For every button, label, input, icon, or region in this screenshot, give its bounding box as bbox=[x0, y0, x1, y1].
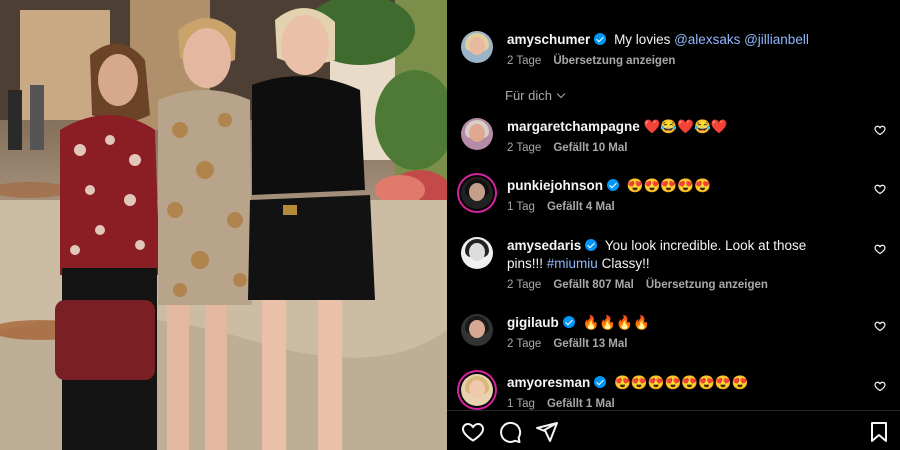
verified-icon bbox=[607, 179, 619, 191]
likes-count[interactable]: Gefällt 13 Mal bbox=[553, 338, 627, 350]
like-heart-icon[interactable] bbox=[874, 380, 886, 392]
likes-count[interactable]: Gefällt 1 Mal bbox=[547, 398, 615, 410]
photo-illustration bbox=[0, 0, 447, 450]
comment-time: 2 Tage bbox=[507, 142, 542, 154]
hashtag-link[interactable]: #miumiu bbox=[547, 256, 598, 271]
share-icon[interactable] bbox=[535, 420, 559, 444]
filter-label: Für dich bbox=[505, 88, 552, 103]
verified-icon bbox=[594, 33, 607, 45]
comment-username[interactable]: margaretchampagne bbox=[507, 119, 640, 134]
action-bar bbox=[447, 410, 900, 450]
comment-time: 1 Tag bbox=[507, 398, 535, 410]
like-heart-icon[interactable] bbox=[874, 124, 886, 136]
comment-username[interactable]: punkiejohnson bbox=[507, 178, 603, 193]
likes-count[interactable]: Gefällt 10 Mal bbox=[553, 142, 627, 154]
post-photo bbox=[0, 0, 447, 450]
translate-link[interactable]: Übersetzung anzeigen bbox=[646, 279, 768, 291]
comment-item: amysedaris You look incredible. Look at … bbox=[461, 237, 886, 291]
comments-panel: amyschumer My lovies @alexsaks @jillianb… bbox=[447, 0, 900, 450]
caption-text: My lovies bbox=[614, 32, 671, 47]
comment-item: gigilaub 🔥🔥🔥🔥 2 Tage Gefällt 13 Mal bbox=[461, 314, 886, 350]
comment-icon[interactable] bbox=[498, 420, 522, 444]
comment-text: ❤️😂❤️😂❤️ bbox=[643, 119, 728, 134]
translate-link[interactable]: Übersetzung anzeigen bbox=[553, 55, 675, 67]
comment-username[interactable]: gigilaub bbox=[507, 315, 559, 330]
likes-count[interactable]: Gefällt 807 Mal bbox=[553, 279, 634, 291]
post-username[interactable]: amyschumer bbox=[507, 32, 590, 47]
mention-link[interactable]: @jillianbell bbox=[744, 32, 809, 47]
bookmark-icon[interactable] bbox=[867, 420, 891, 444]
comment-text-continued: Classy!! bbox=[601, 256, 650, 271]
heart-icon[interactable] bbox=[461, 420, 485, 444]
avatar[interactable] bbox=[461, 374, 493, 406]
comment-username[interactable]: amysedaris bbox=[507, 238, 581, 253]
post-time: 2 Tage bbox=[507, 55, 542, 67]
comment-text: 😍😍😍😍😍 bbox=[626, 178, 711, 193]
comment-filter-dropdown[interactable]: Für dich bbox=[505, 88, 566, 103]
avatar[interactable] bbox=[461, 237, 493, 269]
post-caption: amyschumer My lovies @alexsaks @jillianb… bbox=[461, 31, 886, 67]
comment-time: 2 Tage bbox=[507, 279, 542, 291]
like-heart-icon[interactable] bbox=[874, 320, 886, 332]
avatar[interactable] bbox=[461, 118, 493, 150]
like-heart-icon[interactable] bbox=[874, 243, 886, 255]
avatar[interactable] bbox=[461, 314, 493, 346]
comment-time: 2 Tage bbox=[507, 338, 542, 350]
comment-item: punkiejohnson 😍😍😍😍😍 1 Tag Gefällt 4 Mal bbox=[461, 177, 886, 213]
mention-link[interactable]: @alexsaks bbox=[674, 32, 740, 47]
verified-icon bbox=[594, 376, 607, 388]
avatar[interactable] bbox=[461, 177, 493, 209]
comment-time: 1 Tag bbox=[507, 201, 535, 213]
verified-icon bbox=[562, 316, 575, 328]
comment-item: amyoresman 😍😍😍😍😍😍😍😍 1 Tag Gefällt 1 Mal bbox=[461, 374, 886, 410]
avatar[interactable] bbox=[461, 31, 493, 63]
likes-count[interactable]: Gefällt 4 Mal bbox=[547, 201, 615, 213]
like-heart-icon[interactable] bbox=[874, 183, 886, 195]
comment-text: 😍😍😍😍😍😍😍😍 bbox=[614, 375, 749, 390]
comment-item: margaretchampagne ❤️😂❤️😂❤️ 2 Tage Gefäll… bbox=[461, 118, 886, 154]
chevron-down-icon bbox=[556, 89, 566, 99]
comment-username[interactable]: amyoresman bbox=[507, 375, 590, 390]
verified-icon bbox=[585, 239, 598, 251]
comment-text: 🔥🔥🔥🔥 bbox=[582, 315, 650, 330]
